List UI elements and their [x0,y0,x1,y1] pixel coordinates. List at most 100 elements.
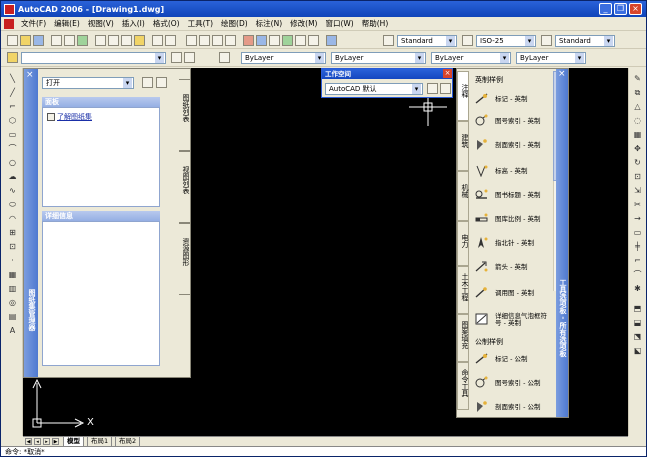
pan-icon[interactable] [186,35,197,46]
gradient-icon[interactable]: ▥ [7,284,18,294]
publish-icon[interactable] [77,35,88,46]
table-icon[interactable]: ▤ [7,312,18,322]
zoom-window-icon[interactable] [212,35,223,46]
workspace-save-icon[interactable] [440,83,451,94]
mtext-icon[interactable]: A [7,326,18,336]
menu-help[interactable]: 帮助(H) [358,18,393,29]
table-style-select[interactable]: Standard [555,35,615,47]
point-icon[interactable]: · [7,256,18,266]
menu-tools[interactable]: 工具(T) [184,18,217,29]
linetype-select[interactable]: ByLayer [331,52,426,64]
sheet-set-icon[interactable] [282,35,293,46]
palette-title-bar[interactable]: × 图纸集管理器 [24,69,38,377]
workspace-select[interactable]: AutoCAD 默认 [325,83,423,95]
tab-view-list[interactable]: 视图列表 [179,151,191,223]
properties-icon[interactable] [243,35,254,46]
menu-file[interactable]: 文件(F) [17,18,50,29]
tab-electrical[interactable]: 电力 [457,221,469,266]
insert-block-icon[interactable]: ⊞ [7,228,18,238]
copy-object-icon[interactable]: ⧉ [632,88,643,98]
app-icon[interactable] [4,3,15,15]
text-front-icon[interactable]: ⬕ [632,346,643,356]
plotstyle-select[interactable]: ByLayer [516,52,586,64]
make-block-icon[interactable]: ⊡ [7,242,18,252]
menu-window[interactable]: 窗口(W) [321,18,357,29]
open-icon[interactable] [20,35,31,46]
tab-hatches[interactable]: 图案填充 [457,314,469,362]
minimize-button[interactable]: _ [599,3,612,15]
markup-icon[interactable] [295,35,306,46]
mirror-icon[interactable]: △ [632,102,643,112]
make-current-layer-icon[interactable] [171,52,182,63]
workspace-settings-icon[interactable] [427,83,438,94]
panel1-header[interactable]: 面板 [42,97,160,107]
array-icon[interactable]: ▦ [632,130,643,140]
menu-view[interactable]: 视图(V) [84,18,118,29]
polyline-icon[interactable]: ⌐ [7,102,18,112]
ellipse-arc-icon[interactable]: ◠ [7,214,18,224]
menu-dimension[interactable]: 标注(N) [252,18,286,29]
rotate-icon[interactable]: ↻ [632,158,643,168]
break-icon[interactable]: ▭ [632,228,643,238]
explode-icon[interactable]: ✱ [632,284,643,294]
sheet-set-icon-2[interactable] [156,77,167,88]
menu-format[interactable]: 格式(O) [149,18,184,29]
erase-icon[interactable]: ✎ [632,74,643,84]
cut-icon[interactable] [95,35,106,46]
move-icon[interactable]: ✥ [632,144,643,154]
zoom-realtime-icon[interactable] [199,35,210,46]
tool-item[interactable]: 箭头 - 英制 [473,257,553,277]
learn-sheet-sets-link[interactable]: 了解图纸集 [57,112,92,122]
offset-icon[interactable]: ◌ [632,116,643,126]
extend-icon[interactable]: → [632,214,643,224]
tool-item[interactable]: 标高 - 英制 [473,161,553,181]
layer-manager-icon[interactable] [7,52,18,63]
tool-palette-title-bar[interactable]: × 工具选项板 - 所有选项板 [556,69,568,417]
match-properties-icon[interactable] [134,35,145,46]
restore-button[interactable]: ❐ [614,3,627,15]
plot-icon[interactable] [51,35,62,46]
prev-tab-button[interactable]: ◂ [34,438,41,445]
title-bar[interactable]: AutoCAD 2006 - [Drawing1.dwg] _ ❐ × [1,1,646,17]
next-tab-button[interactable]: ▸ [43,438,50,445]
spline-icon[interactable]: ∿ [7,186,18,196]
layer-select[interactable] [21,52,166,64]
construction-line-icon[interactable]: ╱ [7,88,18,98]
design-center-icon[interactable] [256,35,267,46]
redo-icon[interactable] [165,35,176,46]
tab-architectural[interactable]: 建筑 [457,121,469,171]
tool-palettes-icon[interactable] [269,35,280,46]
stretch-icon[interactable]: ⇲ [632,186,643,196]
command-line[interactable]: 命令: *取消* [1,446,646,456]
paste-icon[interactable] [121,35,132,46]
tool-item[interactable]: 图号索引 - 英制 [473,111,553,131]
panel2-header[interactable]: 详细信息 [42,211,160,221]
menu-insert[interactable]: 插入(I) [118,18,149,29]
polygon-icon[interactable]: ⬡ [7,116,18,126]
revision-cloud-icon[interactable]: ☁ [7,172,18,182]
join-icon[interactable]: ╪ [632,242,643,252]
tool-item[interactable]: 调用图 - 英制 [473,283,553,303]
zoom-previous-icon[interactable] [225,35,236,46]
tab-mechanical[interactable]: 机械 [457,171,469,221]
dim-style-select[interactable]: ISO-25 [476,35,536,47]
tab-resource-drawings[interactable]: 资源图形 [179,223,191,295]
open-sheet-set-select[interactable]: 打开 [42,77,134,89]
tab-civil[interactable]: 土木工程 [457,266,469,314]
help-icon[interactable] [326,35,337,46]
tool-palette-close-icon[interactable]: × [558,70,566,79]
undo-icon[interactable] [152,35,163,46]
line-icon[interactable]: ╲ [7,74,18,84]
copy-icon[interactable] [108,35,119,46]
layer-previous-icon[interactable] [184,52,195,63]
text-style-select[interactable]: Standard [397,35,457,47]
bring-front-icon[interactable]: ⬓ [632,318,643,328]
workspaces-close-icon[interactable]: × [443,69,452,78]
circle-icon[interactable]: ○ [7,158,18,168]
hatch-icon[interactable]: ▦ [7,270,18,280]
tool-item[interactable]: 详细信息气泡框符号 - 英制 [473,309,553,335]
close-button[interactable]: × [629,3,642,15]
workspaces-title-bar[interactable]: 工作空间 [322,69,452,79]
tab-annotation[interactable]: 注释 [457,71,469,121]
arc-icon[interactable]: ⌒ [7,144,18,154]
